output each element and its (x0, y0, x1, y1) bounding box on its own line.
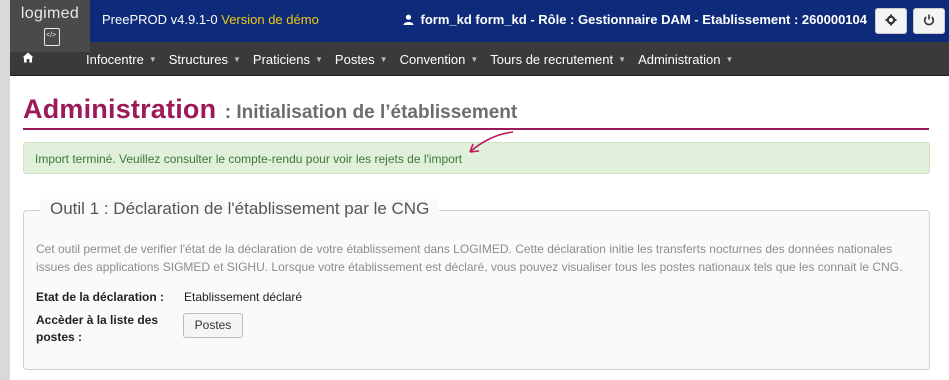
env-version: PreePROD v4.9.1-0 (102, 12, 218, 27)
page-title: Administration : Initialisation de l’éta… (23, 94, 517, 125)
caret-down-icon: ▼ (379, 54, 388, 64)
env-demo-badge: Version de démo (221, 12, 319, 27)
nav-item-convention[interactable]: Convention ▼ (394, 52, 485, 67)
nav-item-praticiens[interactable]: Praticiens ▼ (247, 52, 329, 67)
nav-item-structures[interactable]: Structures ▼ (163, 52, 247, 67)
environment-label: PreePROD v4.9.1-0 Version de démo (102, 12, 319, 27)
nav-item-label: Praticiens (252, 51, 310, 67)
logo-text: logimed (20, 5, 80, 22)
settings-button[interactable] (875, 8, 907, 34)
nav-item-label: Infocentre (86, 51, 144, 67)
top-bar: PreePROD v4.9.1-0 Version de démo form_k… (10, 0, 949, 42)
declaration-state-label: Etat de la déclaration : (36, 290, 165, 304)
annotation-arrow-icon (469, 131, 514, 153)
nav-item-label: Administration (638, 51, 721, 67)
gear-icon (885, 13, 897, 28)
nav-item-postes[interactable]: Postes ▼ (329, 52, 394, 67)
app-frame: PreePROD v4.9.1-0 Version de démo form_k… (10, 0, 949, 380)
nav-item-label: Tours de recrutement (490, 51, 614, 67)
user-info: form_kd form_kd - Rôle : Gestionnaire DA… (403, 12, 867, 27)
nav-menu: Infocentre ▼ Structures ▼ Praticiens ▼ Post… (80, 42, 739, 76)
user-info-text: form_kd form_kd - Rôle : Gestionnaire DA… (420, 12, 867, 27)
postes-button[interactable]: Postes (183, 313, 243, 338)
nav-item-administration[interactable]: Administration ▼ (632, 52, 739, 67)
tool1-description: Cet outil permet de verifier l'état de l… (36, 242, 903, 274)
page-subtitle: : Initialisation de l’établissement (224, 102, 518, 123)
caret-down-icon: ▼ (618, 54, 627, 64)
logo[interactable]: logimed (10, 0, 90, 52)
nav-item-label: Postes (334, 51, 375, 67)
tool1-legend: Outil 1 : Déclaration de l'établissement… (40, 199, 440, 219)
power-icon (923, 13, 935, 28)
logo-icon (44, 28, 60, 46)
logout-button[interactable] (913, 8, 945, 34)
declaration-state-value: Etablissement déclaré (184, 290, 303, 304)
tool1-panel: Outil 1 : Déclaration de l'établissement… (23, 199, 930, 370)
nav-item-infocentre[interactable]: Infocentre ▼ (80, 52, 163, 67)
user-icon (403, 12, 418, 27)
caret-down-icon: ▼ (725, 54, 734, 64)
nav-item-tours-de-recrutement[interactable]: Tours de recrutement ▼ (484, 52, 632, 67)
nav-item-label: Structures (168, 51, 228, 67)
caret-down-icon: ▼ (233, 54, 241, 64)
alert-message: Import terminé. Veuillez consulter le co… (35, 152, 463, 166)
main-navbar: Infocentre ▼ Structures ▼ Praticiens ▼ Post… (10, 42, 949, 76)
page-title-main: Administration (23, 94, 217, 124)
nav-item-label: Convention (399, 51, 466, 67)
caret-down-icon: ▼ (148, 54, 157, 64)
caret-down-icon: ▼ (470, 54, 479, 64)
home-icon[interactable] (22, 51, 34, 66)
caret-down-icon: ▼ (315, 54, 323, 64)
postes-list-label: Accèder à la liste des postes : (36, 313, 159, 344)
